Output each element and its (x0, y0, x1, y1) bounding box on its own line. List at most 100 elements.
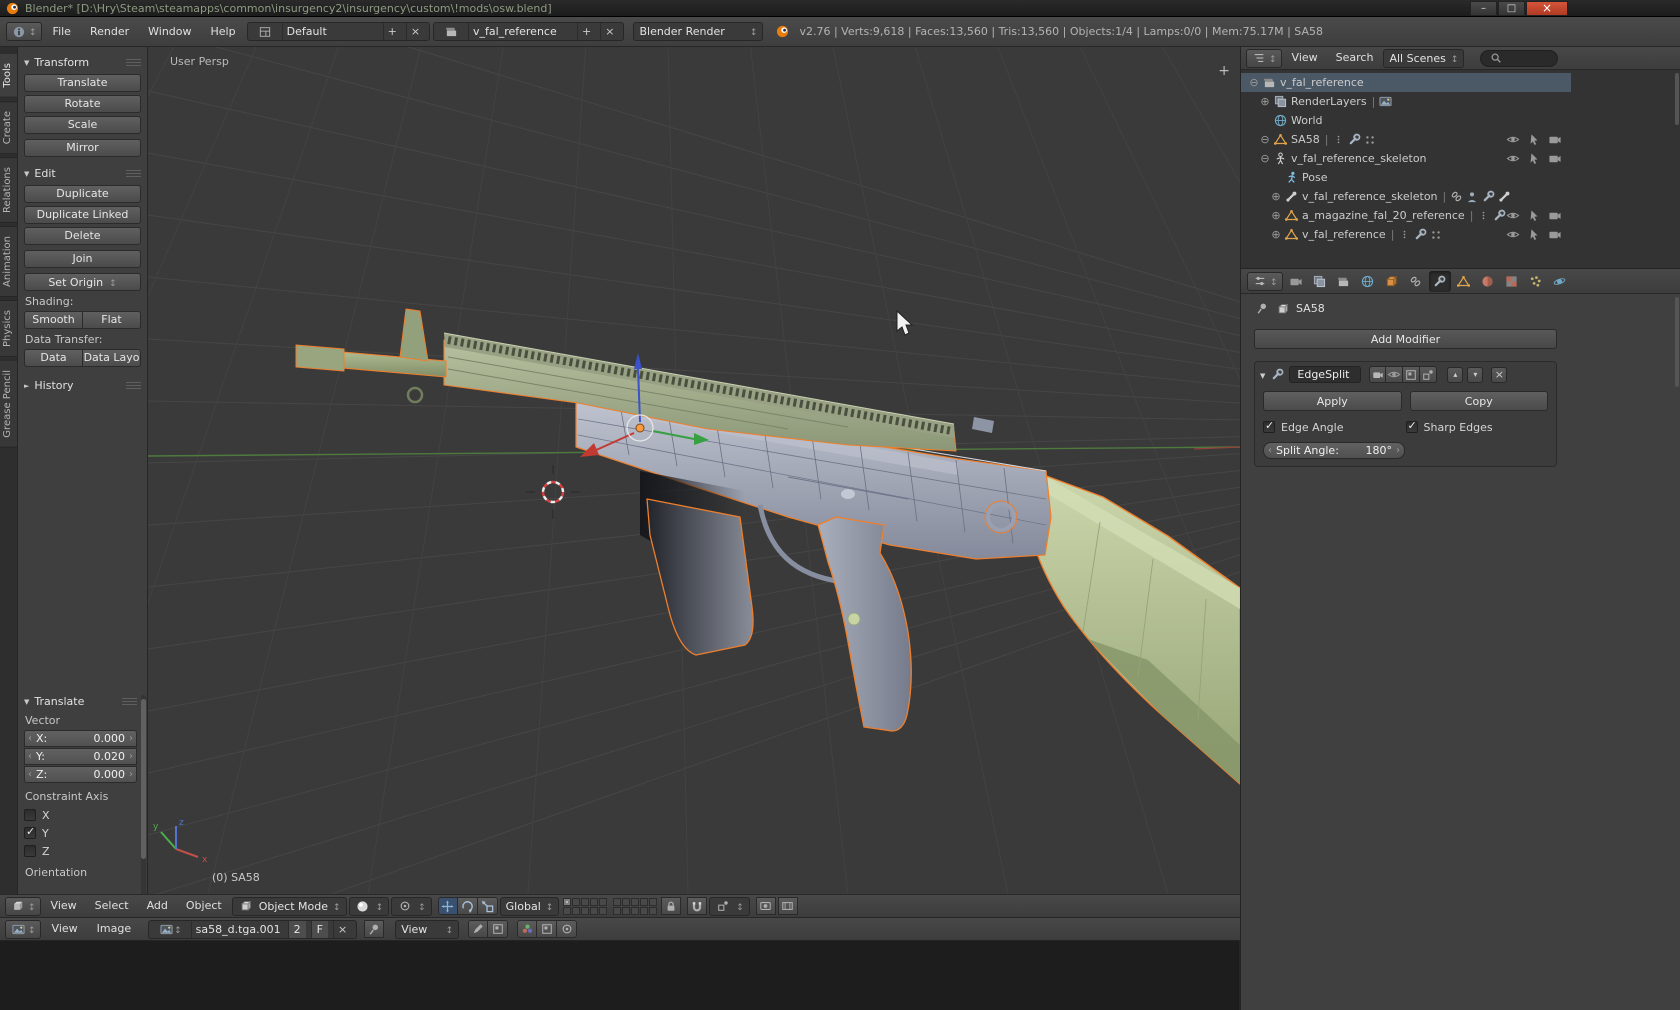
pencil-tool-button[interactable] (468, 920, 488, 938)
menu-view[interactable]: View (1284, 46, 1326, 70)
close-button[interactable] (1526, 1, 1568, 16)
unlink-image-button[interactable] (333, 921, 351, 938)
properties-scrollbar[interactable] (1675, 297, 1679, 387)
menu-object[interactable]: Object (178, 894, 230, 918)
collapse-icon[interactable] (1260, 368, 1265, 381)
outliner-row[interactable]: Pose (1241, 168, 1571, 187)
duplicate-button[interactable]: Duplicate (24, 185, 141, 203)
sharp-edges-option[interactable]: Sharp Edges (1406, 418, 1549, 436)
image-editor-canvas[interactable] (0, 941, 1240, 1010)
face-select-button[interactable] (488, 920, 508, 938)
layer-toggle[interactable] (563, 907, 571, 915)
dots-icon[interactable] (1330, 133, 1346, 146)
outliner-row[interactable]: ⊕a_magazine_fal_20_reference| (1241, 206, 1571, 225)
properties-tab-render-layers[interactable] (1309, 271, 1331, 292)
breadcrumb-object-name[interactable]: SA58 (1296, 302, 1325, 315)
data-transfer-layout-button[interactable]: Data Layo (83, 349, 141, 367)
panel-grip-icon[interactable] (126, 170, 141, 177)
split-angle-slider[interactable]: Split Angle: 180° (1263, 442, 1405, 459)
pointer-icon[interactable] (1526, 209, 1542, 222)
properties-tab-render[interactable] (1285, 271, 1307, 292)
menu-file[interactable]: File (45, 20, 79, 44)
expand-icon[interactable]: ⊕ (1269, 228, 1283, 241)
pointer-icon[interactable] (1526, 152, 1542, 165)
camera-icon[interactable] (1547, 209, 1563, 222)
render-engine-selector[interactable]: Blender Render (633, 22, 763, 41)
modifier-cage-toggle[interactable] (1420, 366, 1437, 383)
fake-user-button[interactable]: F (311, 921, 328, 938)
pivot-point-selector[interactable] (391, 897, 432, 916)
pin-button[interactable] (364, 920, 384, 938)
collapse-icon[interactable]: ⊖ (1247, 76, 1261, 89)
properties-tab-constraints[interactable] (1405, 271, 1427, 292)
outliner-row[interactable]: ⊕v_fal_reference| (1241, 225, 1571, 244)
tab-create[interactable]: Create (0, 101, 18, 154)
bone-icon[interactable] (1496, 190, 1512, 203)
menu-add[interactable]: Add (139, 894, 176, 918)
menu-window[interactable]: Window (140, 20, 199, 44)
add-scene-button[interactable] (577, 23, 595, 40)
duplicate-linked-button[interactable]: Duplicate Linked (24, 206, 141, 224)
tab-tools[interactable]: Tools (0, 53, 18, 98)
checkbox-z[interactable] (24, 845, 36, 857)
tab-animation[interactable]: Animation (0, 226, 18, 297)
modifier-editmode-toggle[interactable] (1403, 366, 1420, 383)
layer-toggle[interactable] (563, 898, 571, 906)
properties-tab-material[interactable] (1477, 271, 1499, 292)
panel-grip-icon[interactable] (122, 698, 137, 705)
editor-type-selector[interactable] (5, 920, 41, 939)
layer-toggle[interactable] (590, 907, 598, 915)
data-transfer-data-button[interactable]: Data (24, 349, 83, 367)
modifier-render-toggle[interactable] (1369, 366, 1386, 383)
image-datablock-selector[interactable]: sa58_d.tga.001 2 F (148, 920, 357, 939)
menu-help[interactable]: Help (203, 20, 244, 44)
camera-icon[interactable] (1547, 152, 1563, 165)
channels-rgb-button[interactable] (517, 920, 537, 938)
chain-icon[interactable] (1448, 190, 1464, 203)
properties-tab-physics[interactable] (1549, 271, 1571, 292)
layer-toggle[interactable] (649, 907, 657, 915)
set-origin-dropdown[interactable]: Set Origin (24, 273, 141, 291)
region-expand-icon[interactable] (1218, 63, 1230, 79)
layer-toggle[interactable] (613, 898, 621, 906)
editor-type-selector[interactable] (5, 897, 41, 916)
constraint-z-row[interactable]: Z (24, 842, 137, 860)
checkbox-x[interactable] (24, 809, 36, 821)
panel-header-edit[interactable]: Edit (24, 165, 141, 182)
expand-icon[interactable]: ⊕ (1269, 190, 1283, 203)
menu-render[interactable]: Render (82, 20, 137, 44)
mode-selector[interactable]: Object Mode (232, 897, 347, 916)
copy-button[interactable]: Copy (1410, 391, 1549, 411)
editor-type-selector[interactable] (1247, 272, 1283, 291)
layer-toggle[interactable] (640, 898, 648, 906)
opengl-render-button[interactable] (756, 897, 776, 915)
collapse-icon[interactable]: ⊖ (1258, 152, 1272, 165)
viewport-shading-selector[interactable] (349, 897, 390, 916)
menu-view[interactable]: View (43, 894, 85, 918)
layer-toggle[interactable] (622, 898, 630, 906)
lock-to-scene-button[interactable] (661, 897, 681, 915)
sharp-edges-checkbox[interactable] (1406, 421, 1418, 433)
panel-header-transform[interactable]: Transform (24, 54, 141, 71)
properties-tab-particles[interactable] (1525, 271, 1547, 292)
modifier-realtime-toggle[interactable] (1386, 366, 1403, 383)
panel-header-history[interactable]: History (24, 377, 141, 394)
expand-icon[interactable]: ⊕ (1258, 95, 1272, 108)
opengl-render-anim-button[interactable] (778, 897, 798, 915)
layer-toggle[interactable] (631, 898, 639, 906)
panel-grip-icon[interactable] (126, 59, 141, 66)
screen-layout-selector[interactable]: Default (247, 22, 430, 41)
edge-angle-checkbox[interactable] (1263, 421, 1275, 433)
scene-selector[interactable]: v_fal_reference (433, 22, 624, 41)
mirror-button[interactable]: Mirror (24, 139, 141, 157)
panel-header-translate-op[interactable]: Translate (24, 693, 137, 710)
remove-layout-button[interactable] (406, 23, 424, 40)
remove-scene-button[interactable] (600, 23, 618, 40)
channels-alpha-button[interactable] (537, 920, 557, 938)
eye-icon[interactable] (1505, 209, 1521, 222)
grid-icon[interactable] (1428, 229, 1444, 241)
rotate-button[interactable]: Rotate (24, 95, 141, 113)
modifier-move-down-button[interactable]: ▾ (1467, 367, 1483, 383)
properties-tab-world[interactable] (1357, 271, 1379, 292)
tab-grease-pencil[interactable]: Grease Pencil (0, 360, 18, 448)
